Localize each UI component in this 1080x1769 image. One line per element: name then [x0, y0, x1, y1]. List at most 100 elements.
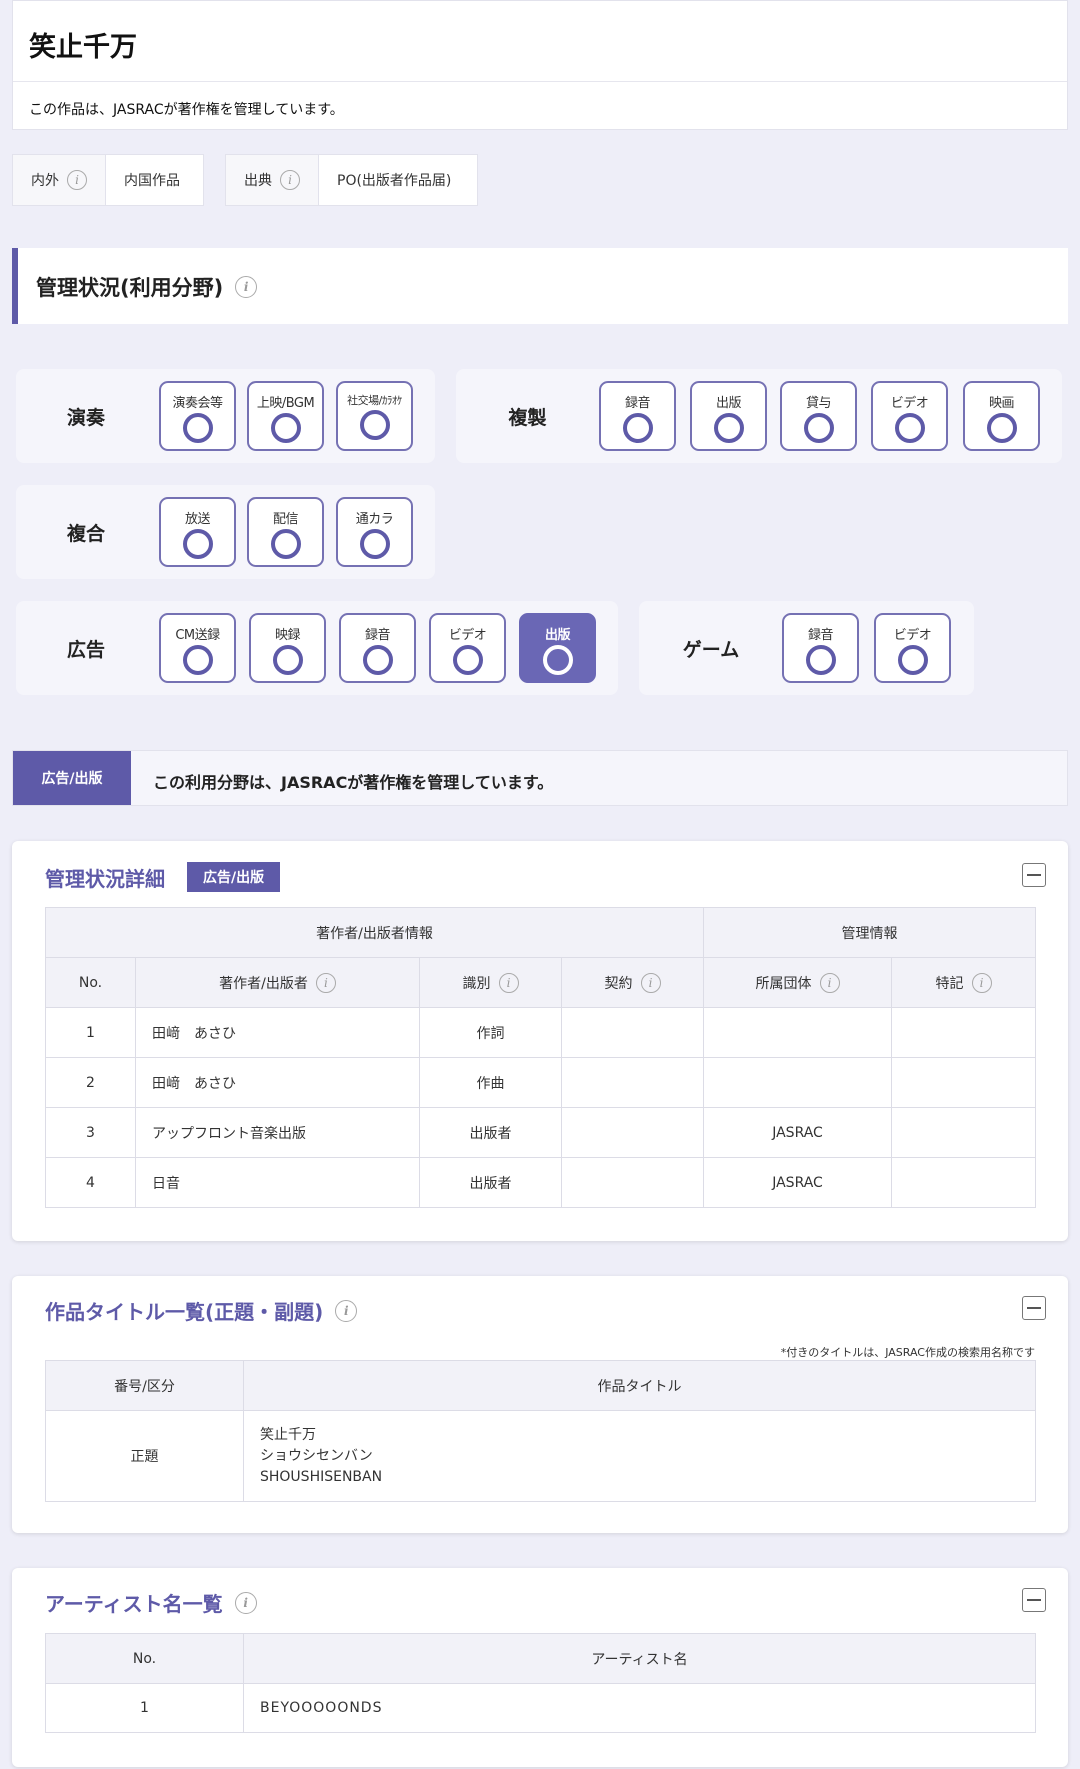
tile-fukugou-broadcast[interactable]: 放送: [159, 497, 236, 567]
collapse-button[interactable]: [1022, 1588, 1046, 1612]
tile-label: 出版: [544, 628, 571, 643]
tile-ensou-bgm[interactable]: 上映/BGM: [247, 381, 324, 451]
cell-note: [891, 1157, 1037, 1208]
title-card: 笑止千万 この作品は、JASRACが著作権を管理しています。: [12, 0, 1068, 130]
tile-label: 演奏会等: [172, 396, 223, 411]
tile-game-recording[interactable]: 録音: [782, 613, 859, 683]
tile-fukusei-video[interactable]: ビデオ: [871, 381, 948, 451]
tile-fukusei-recording[interactable]: 録音: [599, 381, 676, 451]
meta-domestic: 内外 i 内国作品: [12, 154, 204, 206]
rights-holder-table: 著作者/出版者情報 管理情報 No. 著作者/出版者 i 識別 i 契約 i 所属団体…: [44, 907, 1037, 1208]
tile-ensou-karaoke[interactable]: 社交場/ｶﾗｵｹ: [336, 381, 413, 451]
tile-label: 映録: [274, 628, 301, 643]
group-ensou: 演奏 演奏会等 上映/BGM 社交場/ｶﾗｵｹ: [16, 369, 435, 463]
cell-name: アップフロント音楽出版: [135, 1107, 420, 1158]
column-header: 識別 i: [419, 957, 562, 1008]
search-name-footnote: *付きのタイトルは、JASRAC作成の検索用名称です: [780, 1346, 1035, 1359]
circle-icon: [986, 413, 1017, 443]
info-icon[interactable]: i: [234, 1591, 257, 1614]
column-header: No.: [45, 1633, 244, 1684]
group-header: 管理情報: [703, 907, 1037, 958]
tile-fukusei-film[interactable]: 映画: [963, 381, 1040, 451]
info-icon[interactable]: i: [235, 276, 258, 298]
column-header-text: 特記: [935, 975, 964, 992]
cell-org: [703, 1057, 893, 1108]
column-header: No.: [45, 957, 136, 1008]
column-header: 作品タイトル: [243, 1360, 1036, 1411]
group-koukoku: 広告 CM送録 映録 録音 ビデオ 出版: [16, 601, 618, 695]
collapse-button[interactable]: [1022, 1296, 1046, 1320]
circle-icon: [272, 645, 303, 675]
group-header: 著作者/出版者情報: [44, 907, 705, 958]
info-icon[interactable]: i: [819, 972, 840, 993]
column-header-text: 所属団体: [755, 975, 812, 992]
circle-icon: [359, 410, 390, 440]
tile-koukoku-publishing[interactable]: 出版: [519, 613, 596, 683]
tile-koukoku-video[interactable]: ビデオ: [429, 613, 506, 683]
cell-note: [891, 1107, 1037, 1158]
divider: [13, 81, 1067, 82]
status-bar: 広告/出版 この利用分野は、JASRACが著作権を管理しています。: [12, 750, 1068, 806]
column-header: 番号/区分: [45, 1360, 244, 1411]
cell-contract: [560, 1057, 705, 1108]
tile-game-video[interactable]: ビデオ: [874, 613, 951, 683]
section-title: 管理状況(利用分野): [36, 276, 224, 300]
tile-label: 映画: [988, 396, 1015, 411]
cell-org: JASRAC: [703, 1157, 893, 1208]
info-icon[interactable]: i: [971, 972, 992, 993]
cell-name: 田﨑 あさひ: [135, 1007, 420, 1058]
cell-name: 田﨑 あさひ: [135, 1057, 420, 1108]
detail-card: 管理状況詳細 広告/出版 著作者/出版者情報 管理情報 No. 著作者/出版者 i…: [12, 841, 1068, 1241]
tile-koukoku-cm[interactable]: CM送録: [159, 613, 236, 683]
tile-label: 上映/BGM: [256, 396, 315, 411]
tile-fukusei-rental[interactable]: 貸与: [780, 381, 857, 451]
circle-icon: [803, 413, 834, 443]
info-icon[interactable]: i: [67, 170, 87, 190]
table-row: 4 日音 出版者 JASRAC: [45, 1157, 1037, 1208]
tile-fukugou-tsukara[interactable]: 通カラ: [336, 497, 413, 567]
tile-label: ビデオ: [893, 628, 932, 643]
info-icon[interactable]: i: [280, 170, 300, 190]
table-row: 1 田﨑 あさひ 作詞: [45, 1007, 1037, 1058]
page-title: 笑止千万: [29, 32, 137, 63]
tile-label: 録音: [364, 628, 391, 643]
tile-fukusei-publishing[interactable]: 出版: [690, 381, 767, 451]
tile-label: ビデオ: [448, 628, 487, 643]
column-header: 特記 i: [891, 957, 1037, 1008]
cell-note: [891, 1007, 1037, 1058]
cell-org: JASRAC: [703, 1107, 893, 1158]
status-message: この利用分野は、JASRACが著作権を管理しています。: [153, 773, 554, 792]
collapse-button[interactable]: [1022, 863, 1046, 887]
info-icon[interactable]: i: [335, 1299, 358, 1322]
meta-label: 出典 i: [226, 155, 319, 205]
artist-table: No. アーティスト名 1 BEYOOOOONDS: [45, 1633, 1036, 1733]
management-heading: 管理状況(利用分野) i: [12, 248, 1068, 324]
group-fukugou: 複合 放送 配信 通カラ: [16, 485, 435, 579]
circle-icon: [897, 645, 928, 675]
tile-koukoku-recording[interactable]: 録音: [339, 613, 416, 683]
tile-label: 録音: [807, 628, 834, 643]
meta-label-text: 内外: [31, 173, 59, 189]
title-table: 番号/区分 作品タイトル 正題 笑止千万 ショウシセンバン SHOUSHISEN…: [45, 1360, 1036, 1502]
tile-koukoku-eiroku[interactable]: 映録: [249, 613, 326, 683]
group-fukusei: 複製 録音 出版 貸与 ビデオ 映画: [456, 369, 1062, 463]
group-label: 複合: [66, 522, 105, 545]
tile-label: CM送録: [175, 628, 220, 643]
group-label: ゲーム: [682, 638, 740, 661]
group-label: 演奏: [66, 406, 105, 429]
column-header-text: 識別: [462, 975, 491, 992]
cell-type: 出版者: [419, 1157, 562, 1208]
cell-no: 2: [45, 1057, 136, 1108]
tile-ensou-concert[interactable]: 演奏会等: [159, 381, 236, 451]
tile-fukugou-streaming[interactable]: 配信: [247, 497, 324, 567]
info-icon[interactable]: i: [315, 972, 336, 993]
cell-no: 3: [45, 1107, 136, 1158]
info-icon[interactable]: i: [640, 972, 661, 993]
info-icon[interactable]: i: [498, 972, 519, 993]
cell-name: 日音: [135, 1157, 420, 1208]
meta-label-text: 出典: [244, 173, 272, 189]
title-romaji: SHOUSHISENBAN: [260, 1468, 383, 1485]
table-row: 2 田﨑 あさひ 作曲: [45, 1057, 1037, 1108]
circle-icon: [894, 413, 925, 443]
tile-label: 配信: [272, 512, 299, 527]
